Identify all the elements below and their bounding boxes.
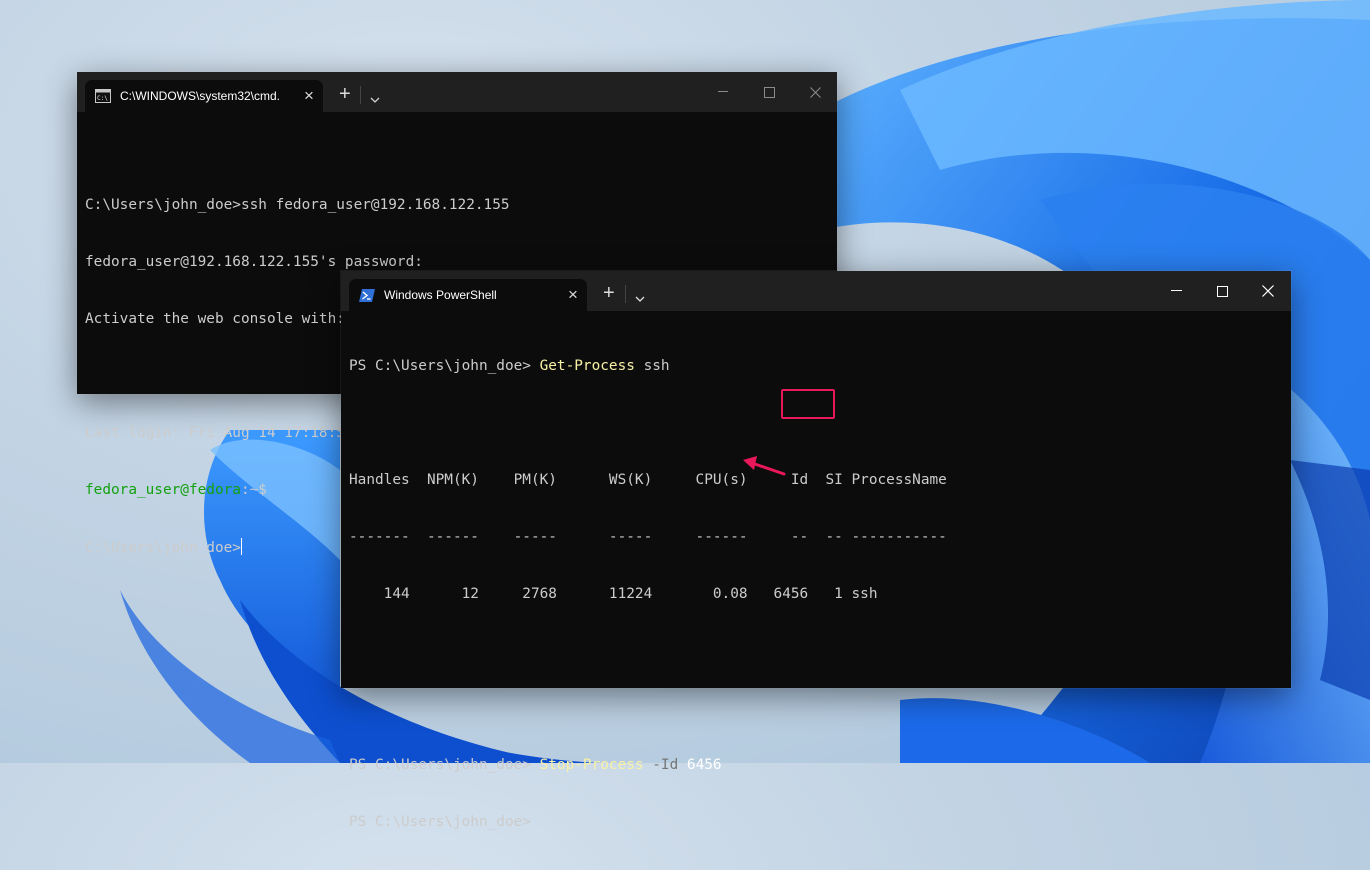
powershell-window: Windows PowerShell × + PS C:\Users\john_…: [341, 271, 1291, 830]
maximize-icon[interactable]: [746, 72, 792, 112]
close-icon[interactable]: ×: [559, 285, 587, 305]
close-window-icon[interactable]: [792, 72, 838, 112]
ssh-prompt-user: fedora_user@fedora: [85, 482, 241, 498]
terminal-line: C:\Users\john_doe>ssh fedora_user@192.16…: [85, 197, 510, 213]
cmd-prompt: C:\Users\john_doe>: [85, 540, 241, 556]
ps-prompt: PS C:\Users\john_doe>: [349, 358, 540, 374]
tab-cmd[interactable]: C:\ C:\WINDOWS\system32\cmd. ×: [85, 80, 323, 112]
ps-prompt-line: PS C:\Users\john_doe>: [349, 813, 947, 832]
maximize-icon[interactable]: [1199, 271, 1245, 311]
powershell-icon: [359, 288, 375, 302]
arrow-icon: [743, 456, 786, 476]
row-values-right: 1 ssh: [808, 586, 878, 602]
parameter-id: -Id: [643, 757, 687, 773]
cmdlet-stop-process: Stop-Process: [539, 757, 644, 773]
table-header: Handles NPM(K) PM(K) WS(K) CPU(s) Id SI …: [349, 472, 947, 488]
chevron-down-icon[interactable]: [370, 90, 380, 108]
powershell-titlebar[interactable]: Windows PowerShell × +: [341, 271, 1291, 311]
parameter-value: 6456: [686, 757, 722, 773]
row-values: 144 12 2768 11224 0.08: [349, 586, 774, 602]
get-process-line: PS C:\Users\john_doe> Get-Process ssh: [349, 357, 947, 376]
cmd-icon: C:\: [95, 89, 111, 103]
close-icon[interactable]: ×: [295, 86, 323, 106]
tab-cmd-title: C:\WINDOWS\system32\cmd.: [120, 89, 281, 103]
ssh-prompt-path: :~$: [240, 482, 267, 498]
cmd-titlebar[interactable]: C:\ C:\WINDOWS\system32\cmd. × +: [77, 72, 837, 112]
tab-powershell-title: Windows PowerShell: [384, 288, 497, 302]
tab-divider: [625, 285, 626, 303]
svg-text:C:\: C:\: [97, 95, 108, 102]
text-cursor: [240, 538, 242, 555]
id-highlight-box: [781, 389, 835, 419]
tab-divider: [360, 86, 361, 104]
close-window-icon[interactable]: [1245, 271, 1291, 311]
plus-icon[interactable]: +: [339, 84, 351, 104]
minimize-icon[interactable]: [700, 72, 746, 112]
cmdlet-argument: ssh: [634, 358, 670, 374]
ps-prompt: PS C:\Users\john_doe>: [349, 814, 531, 830]
ps-prompt: PS C:\Users\john_doe>: [349, 757, 540, 773]
terminal-line: fedora_user@192.168.122.155's password:: [85, 254, 423, 270]
process-id-value: 6456: [773, 586, 809, 602]
plus-icon[interactable]: +: [603, 283, 615, 303]
tab-powershell[interactable]: Windows PowerShell ×: [349, 279, 587, 311]
minimize-icon[interactable]: [1153, 271, 1199, 311]
table-row: 144 12 2768 11224 0.08 6456 1 ssh: [349, 585, 947, 604]
chevron-down-icon[interactable]: [635, 289, 645, 307]
stop-process-line: PS C:\Users\john_doe> Stop-Process -Id 6…: [349, 756, 947, 775]
cmdlet-get-process: Get-Process: [539, 358, 635, 374]
powershell-terminal-output[interactable]: PS C:\Users\john_doe> Get-Process ssh Ha…: [349, 319, 947, 870]
table-separator: ------- ------ ----- ----- ------ -- -- …: [349, 529, 947, 545]
